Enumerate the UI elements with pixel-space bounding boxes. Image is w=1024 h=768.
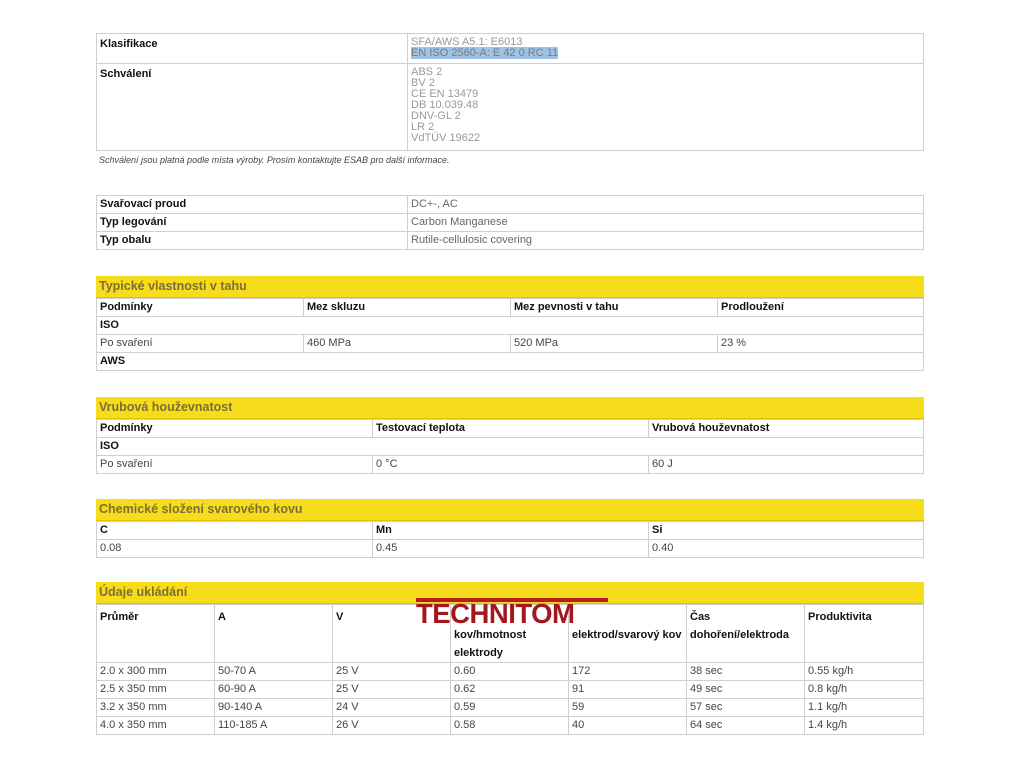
- impact-section: Vrubová houževnatost Podmínky Testovací …: [96, 397, 924, 474]
- approval-item: DNV-GL 2: [411, 110, 461, 122]
- chemistry-header: Mn: [372, 521, 649, 540]
- table-cell: 38 sec: [686, 662, 805, 681]
- approval-item: LR 2: [411, 121, 435, 133]
- table-cell: 0.8 kg/h: [804, 680, 924, 699]
- table-cell: 91: [568, 680, 687, 699]
- table-cell: 172: [568, 662, 687, 681]
- chemistry-header: C: [96, 521, 373, 540]
- deposition-header: Čas dohoření/elektroda: [686, 604, 805, 663]
- table-cell: 24 V: [332, 698, 451, 717]
- impact-header: Testovací teplota: [372, 419, 649, 438]
- impact-header: Vrubová houževnatost: [648, 419, 924, 438]
- approval-item: ABS 2: [411, 66, 443, 78]
- table-cell: 1.4 kg/h: [804, 716, 924, 735]
- approval-item: CE EN 13479: [411, 88, 479, 100]
- table-cell: 3.2 x 350 mm: [96, 698, 215, 717]
- table-cell: Po svaření: [96, 334, 304, 353]
- table-cell: 57 sec: [686, 698, 805, 717]
- approval-item: VdTÜV 19622: [411, 132, 481, 144]
- table-cell: 110-185 A: [214, 716, 333, 735]
- table-cell: 23 %: [717, 334, 924, 353]
- table-cell: 50-70 A: [214, 662, 333, 681]
- table-cell: 0 °C: [372, 455, 649, 474]
- table-cell: 0.62: [450, 680, 569, 699]
- table-cell: Po svaření: [96, 455, 373, 474]
- table-cell: 0.40: [648, 539, 924, 558]
- table-cell: 0.59: [450, 698, 569, 717]
- deposition-header: A: [214, 604, 333, 663]
- tensile-header: Podmínky: [96, 298, 304, 317]
- table-cell: 0.55 kg/h: [804, 662, 924, 681]
- impact-header: Podmínky: [96, 419, 373, 438]
- tensile-header: Prodloužení: [717, 298, 924, 317]
- table-cell: 2.0 x 300 mm: [96, 662, 215, 681]
- process-label: Typ legování: [96, 213, 408, 232]
- deposition-header: Průměr: [96, 604, 215, 663]
- tensile-title: Typické vlastnosti v tahu: [96, 276, 924, 298]
- table-row: 3.2 x 350 mm 90-140 A 24 V 0.59 59 57 se…: [96, 698, 924, 717]
- table-cell: 2.5 x 350 mm: [96, 680, 215, 699]
- table-cell: 26 V: [332, 716, 451, 735]
- approval-item: BV 2: [411, 77, 435, 89]
- tensile-header: Mez skluzu: [303, 298, 511, 317]
- table-cell: 0.45: [372, 539, 649, 558]
- table-cell: 520 MPa: [510, 334, 718, 353]
- schvaleni-values: ABS 2 BV 2 CE EN 13479 DB 10.039.48 DNV-…: [407, 63, 924, 151]
- approval-note: Schválení jsou platná podle místa výroby…: [99, 155, 450, 165]
- chemistry-section: Chemické složení svarového kovu C Mn Si …: [96, 499, 924, 558]
- deposition-header: Produktivita: [804, 604, 924, 663]
- process-value: DC+-, AC: [407, 195, 924, 214]
- table-cell: 49 sec: [686, 680, 805, 699]
- klasifikace-iso-selected[interactable]: EN ISO 2560-A: E 42 0 RC 11: [411, 47, 559, 59]
- klasifikace-values: SFA/AWS A5.1: E6013 EN ISO 2560-A: E 42 …: [407, 33, 924, 64]
- classification-table: Klasifikace SFA/AWS A5.1: E6013 EN ISO 2…: [96, 33, 924, 151]
- process-value: Rutile-cellulosic covering: [407, 231, 924, 250]
- process-label: Typ obalu: [96, 231, 408, 250]
- table-cell: 60 J: [648, 455, 924, 474]
- table-row: 4.0 x 350 mm 110-185 A 26 V 0.58 40 64 s…: [96, 716, 924, 735]
- tensile-section: Typické vlastnosti v tahu Podmínky Mez s…: [96, 276, 924, 371]
- table-cell: 1.1 kg/h: [804, 698, 924, 717]
- table-cell: 0.60: [450, 662, 569, 681]
- table-cell: 64 sec: [686, 716, 805, 735]
- table-row: 2.0 x 300 mm 50-70 A 25 V 0.60 172 38 se…: [96, 662, 924, 681]
- approval-item: DB 10.039.48: [411, 99, 479, 111]
- chemistry-header: Si: [648, 521, 924, 540]
- schvaleni-label: Schválení: [96, 63, 408, 151]
- tensile-aws-label: AWS: [96, 352, 924, 371]
- logo-text: TECHNITOM: [416, 598, 575, 629]
- table-cell: 0.58: [450, 716, 569, 735]
- table-cell: 25 V: [332, 662, 451, 681]
- process-value: Carbon Manganese: [407, 213, 924, 232]
- tensile-iso-label: ISO: [96, 316, 924, 335]
- table-cell: 25 V: [332, 680, 451, 699]
- tensile-header: Mez pevnosti v tahu: [510, 298, 718, 317]
- impact-iso-label: ISO: [96, 437, 924, 456]
- table-cell: 0.08: [96, 539, 373, 558]
- chemistry-title: Chemické složení svarového kovu: [96, 499, 924, 521]
- klasifikace-label: Klasifikace: [96, 33, 408, 64]
- table-cell: 60-90 A: [214, 680, 333, 699]
- process-label: Svařovací proud: [96, 195, 408, 214]
- table-row: 2.5 x 350 mm 60-90 A 25 V 0.62 91 49 sec…: [96, 680, 924, 699]
- table-cell: 4.0 x 350 mm: [96, 716, 215, 735]
- table-cell: 460 MPa: [303, 334, 511, 353]
- process-table: Svařovací proud DC+-, AC Typ legování Carb…: [96, 195, 924, 250]
- technitom-logo: TECHNITOM: [416, 598, 608, 628]
- table-cell: 90-140 A: [214, 698, 333, 717]
- impact-title: Vrubová houževnatost: [96, 397, 924, 419]
- table-cell: 59: [568, 698, 687, 717]
- table-cell: 40: [568, 716, 687, 735]
